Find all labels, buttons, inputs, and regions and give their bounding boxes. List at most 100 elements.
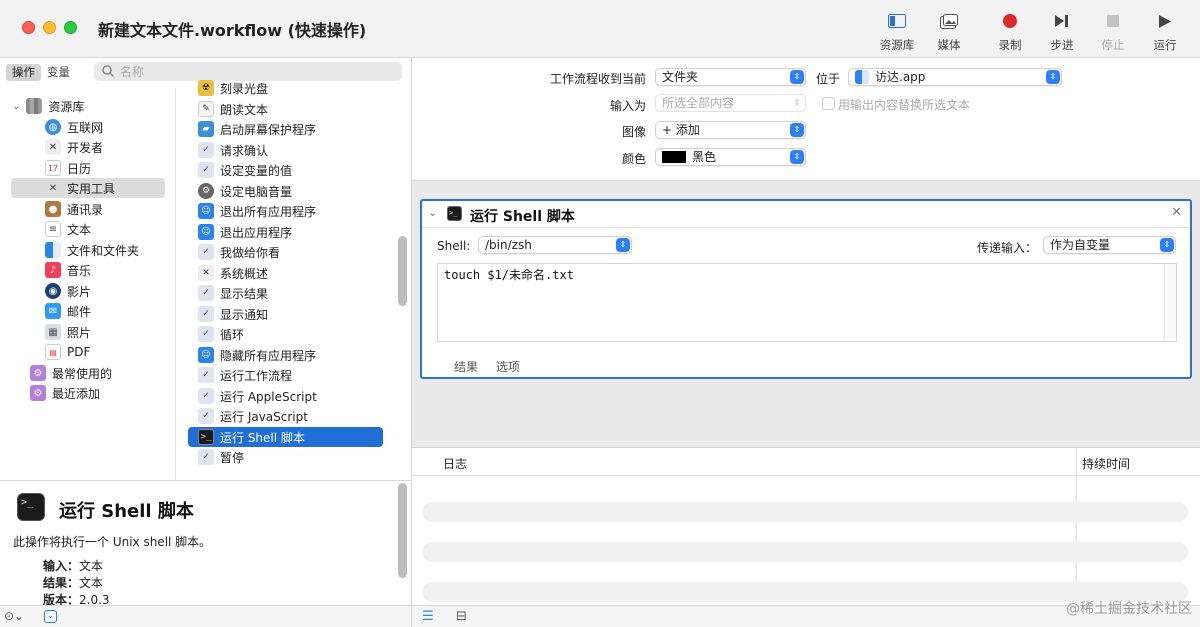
actions-variables-toggle: 操作 变量 [6,64,76,81]
list-item[interactable]: ☺ 退出应用程序 [188,222,383,242]
description-result: 结果：文本 [43,576,104,590]
tab-actions[interactable]: 操作 [6,64,41,81]
tab-options[interactable]: 选项 [496,358,520,375]
step-button[interactable]: 步进 [1037,10,1087,53]
calendar-icon: 17 [45,160,61,176]
finder-icon: ☺ [198,203,214,219]
color-select[interactable]: 黑色 ⇕ [655,148,806,166]
list-item[interactable]: ✎ 朗读文本 [188,99,383,119]
sidebar-icon [872,10,922,32]
record-button[interactable]: 录制 [985,10,1035,53]
sidebar-item-recently-added[interactable]: ⚙ 最近添加 [0,383,176,403]
sidebar-item-files-folders[interactable]: 文件和文件夹 [0,240,176,260]
list-item[interactable]: ✓ 运行 AppleScript [188,386,383,406]
list-item[interactable]: ☺ 退出所有应用程序 [188,201,383,221]
zoom-window-button[interactable] [64,21,77,34]
run-shell-script-action: ⌄ >_ 运行 Shell 脚本 ✕ Shell: /bin/zsh ⇕ 传递输入… [420,199,1192,379]
list-item[interactable]: ✕ 系统概述 [188,263,383,283]
sidebar-item-label: 通讯录 [67,202,104,217]
sidebar-item-label: 影片 [67,284,92,299]
list-item[interactable]: ⚙ 设定电脑音量 [188,181,383,201]
sidebar-item-most-used[interactable]: ⚙ 最常使用的 [0,363,176,383]
disclosure-icon[interactable]: ⌄ [428,206,437,219]
sidebar-item-text[interactable]: ≡ 文本 [0,219,176,239]
settings-icon: ⚙ [198,183,214,199]
list-item[interactable]: ✓ 设定变量的值 [188,160,383,180]
split-view-icon[interactable]: ⊟ [456,609,467,624]
editor-scrollbar[interactable] [1164,264,1176,341]
quicktime-icon: ◉ [45,283,61,299]
list-item[interactable]: ✓ 显示通知 [188,304,383,324]
list-view-icon[interactable]: ☰ [422,609,434,624]
script-editor[interactable]: touch $1/未命名.txt [437,263,1177,342]
list-item-selected[interactable]: >_ 运行 Shell 脚本 [188,427,383,447]
list-item[interactable]: ▰ 启动屏幕保护程序 [188,119,383,139]
sidebar-item-pdf[interactable]: ▤ PDF [0,342,176,362]
minimize-window-button[interactable] [43,21,56,34]
list-item[interactable]: ✓ 循环 [188,324,383,344]
description-scrollbar[interactable] [398,483,407,578]
input-is-select[interactable]: 所选全部内容 ⇕ [655,94,806,112]
music-icon: ♪ [45,262,61,278]
color-swatch [662,151,686,163]
list-item[interactable]: ✓ 运行 JavaScript [188,406,383,426]
list-item[interactable]: ✓ 运行工作流程 [188,365,383,385]
replace-label: 用输出内容替换所选文本 [838,98,971,112]
tab-variables[interactable]: 变量 [41,64,76,81]
sidebar-item-label: 互联网 [67,120,104,135]
stop-button[interactable]: 停止 [1088,10,1138,53]
shell-select[interactable]: /bin/zsh ⇕ [478,236,632,254]
description-toggle-icon[interactable]: ⌄ [44,610,57,623]
log-column-header[interactable]: 日志 [443,455,467,472]
close-icon[interactable]: ✕ [1171,205,1182,220]
input-is-label: 输入为 [609,99,646,113]
list-item[interactable]: ☢ 刻录光盘 [188,78,383,98]
library-button[interactable]: 资源库 [872,10,922,53]
workflow-area: 工作流程收到当前 文件夹 ⇕ 位于 访达.app ⇕ 输入为 所选全部内容 ⇕ 用输出… [412,58,1200,627]
tab-results[interactable]: 结果 [454,358,478,375]
screensaver-icon: ▰ [198,121,214,137]
sidebar-item-mail[interactable]: ✉ 邮件 [0,301,176,321]
pass-input-select[interactable]: 作为自变量 ⇕ [1043,236,1176,254]
script-text: touch $1/未命名.txt [444,268,574,282]
sidebar-item-label: 邮件 [67,304,92,319]
actions-scrollbar[interactable] [398,236,407,306]
sidebar-item-contacts[interactable]: ● 通讯录 [0,199,176,219]
image-label: 图像 [621,125,646,139]
automator-script-icon: ✓ [198,142,214,158]
sidebar-item-library[interactable]: ⌄ 资源库 [0,96,176,116]
duration-column-header[interactable]: 持续时间 [1082,455,1130,472]
sidebar-item-developer[interactable]: ✕ 开发者 [0,137,176,157]
play-icon [1140,10,1190,32]
sidebar-item-calendar[interactable]: 17 日历 [0,158,176,178]
chevron-updown-icon: ⇕ [793,98,801,107]
sidebar-item-music[interactable]: ♪ 音乐 [0,260,176,280]
list-item[interactable]: ✓ 显示结果 [188,283,383,303]
automator-script-icon: ✓ [198,388,214,404]
close-window-button[interactable] [22,21,35,34]
smart-folder-icon: ⚙ [30,365,46,381]
sidebar-item-internet[interactable]: ◍ 互联网 [0,117,176,137]
list-item[interactable]: ✓ 我做给你看 [188,242,383,262]
replace-checkbox[interactable] [822,97,835,110]
media-button[interactable]: 媒体 [924,10,974,53]
in-app-select[interactable]: 访达.app ⇕ [848,68,1062,86]
list-item[interactable]: ☺ 隐藏所有应用程序 [188,345,383,365]
step-label: 步进 [1050,38,1074,52]
sidebar-item-label: 音乐 [67,263,92,278]
record-icon [985,10,1035,32]
list-item[interactable]: ✓ 暂停 [188,447,383,467]
list-item[interactable]: ✓ 请求确认 [188,140,383,160]
sidebar-item-label: 文本 [67,222,92,237]
chevron-down-icon: ⌄ [12,100,21,112]
run-button[interactable]: 运行 [1140,10,1190,53]
sidebar-item-utilities[interactable]: ✕ 实用工具 [11,178,165,198]
finder-icon [45,242,61,258]
step-forward-icon [1037,10,1087,32]
action-menu-icon[interactable]: ⊙⌄ [4,609,24,623]
receives-select[interactable]: 文件夹 ⇕ [655,68,806,86]
sidebar-item-movies[interactable]: ◉ 影片 [0,281,176,301]
stop-label: 停止 [1101,38,1125,52]
sidebar-item-photos[interactable]: ▦ 照片 [0,322,176,342]
image-select[interactable]: + 添加 ⇕ [655,121,806,139]
